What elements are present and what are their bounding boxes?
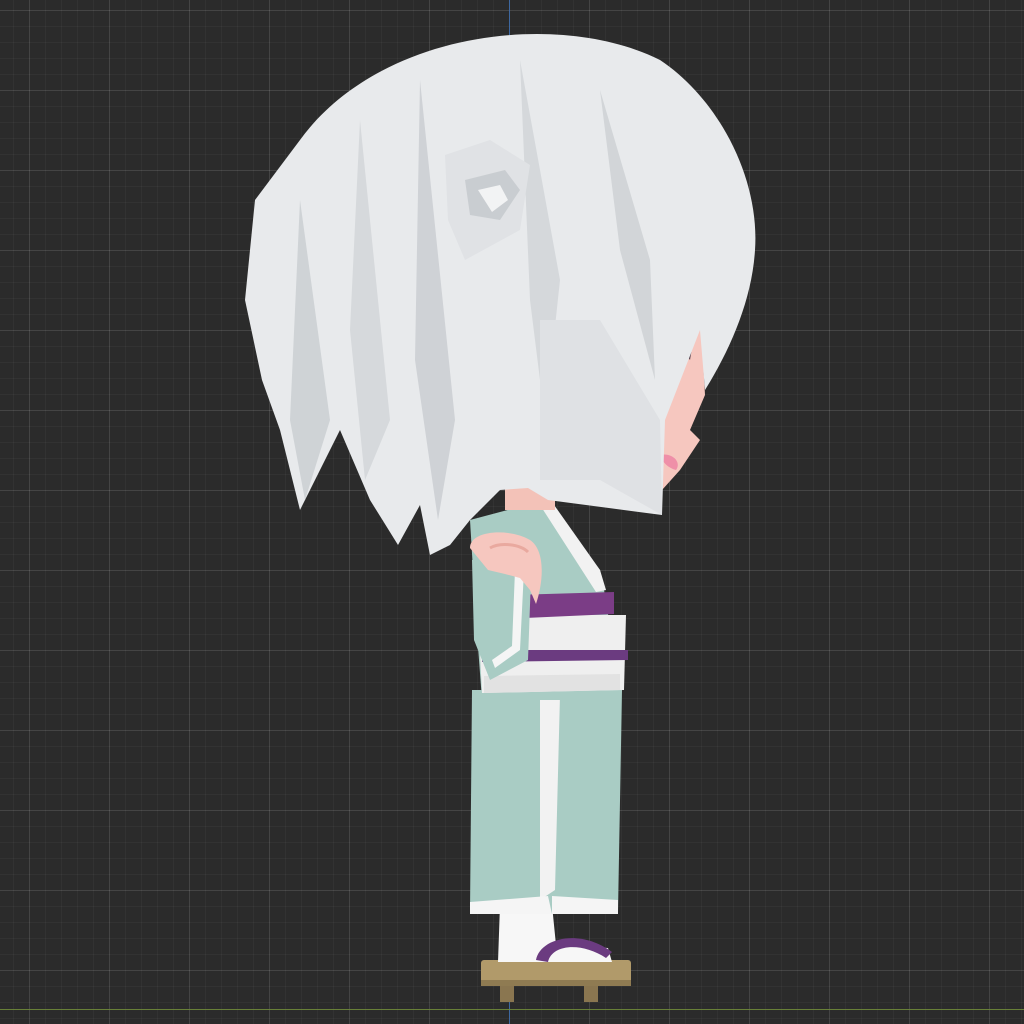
- pants: [470, 690, 622, 914]
- chibi-character-model[interactable]: [0, 0, 1024, 1024]
- hair: [245, 34, 756, 555]
- 3d-viewport[interactable]: [0, 0, 1024, 1024]
- geta-sandal: [481, 960, 631, 1002]
